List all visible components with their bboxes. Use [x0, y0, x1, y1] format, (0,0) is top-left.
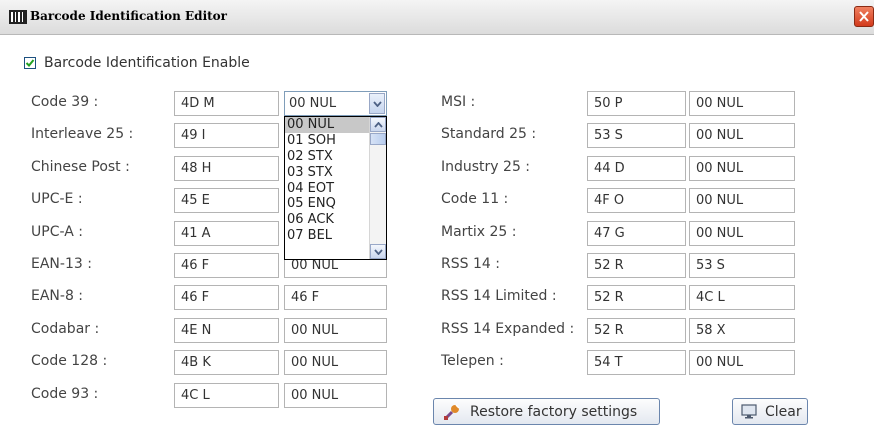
- codabar-value2-field[interactable]: 00 NUL: [284, 317, 387, 343]
- close-button[interactable]: [854, 6, 874, 27]
- msi-value2-field[interactable]: 00 NUL: [689, 91, 795, 116]
- rss-14-expanded-value1-field[interactable]: 52 R: [587, 317, 686, 343]
- industry-25-value1-field[interactable]: 44 D: [587, 155, 686, 181]
- code39-value2-select[interactable]: 00 NUL: [284, 91, 387, 116]
- telepen-value2-field[interactable]: 00 NUL: [689, 350, 795, 376]
- upc-a-label: UPC-A :: [31, 223, 83, 240]
- chevron-up-icon: [374, 122, 383, 128]
- martix-25-value2-field[interactable]: 00 NUL: [689, 220, 795, 246]
- clear-button[interactable]: Clear: [732, 398, 808, 425]
- upc-e-label: UPC-E :: [31, 191, 83, 208]
- codabar-label: Codabar :: [31, 320, 100, 337]
- scroll-down-button[interactable]: [370, 244, 386, 259]
- title-bar: Barcode Identification Editor: [0, 0, 874, 35]
- interleave-25-value1-field[interactable]: 49 I: [174, 123, 279, 149]
- code-93-label: Code 93 :: [31, 385, 99, 402]
- upc-a-value1-field[interactable]: 41 A: [174, 220, 279, 246]
- code-93-value2-field[interactable]: 00 NUL: [284, 382, 387, 408]
- rss-14-limited-value1-field[interactable]: 52 R: [587, 285, 686, 311]
- msi-value1-field[interactable]: 50 P: [587, 91, 686, 116]
- interleave-25-label: Interleave 25 :: [31, 126, 134, 143]
- telepen-value1-field[interactable]: 54 T: [587, 350, 686, 376]
- codabar-value1-field[interactable]: 4E N: [174, 317, 279, 343]
- code-39-value1-field[interactable]: 4D M: [174, 91, 279, 116]
- industry-25-label: Industry 25 :: [441, 158, 531, 175]
- martix-25-value1-field[interactable]: 47 G: [587, 220, 686, 246]
- tools-icon: [443, 403, 460, 420]
- chevron-down-icon: [374, 249, 383, 255]
- code-39-label: Code 39 :: [31, 94, 99, 110]
- restore-button-label: Restore factory settings: [470, 403, 638, 420]
- msi-label: MSI :: [441, 94, 476, 110]
- barcode-icon: [9, 9, 27, 24]
- code-128-label: Code 128 :: [31, 353, 108, 370]
- enable-checkbox[interactable]: [24, 57, 36, 69]
- code-128-value2-field[interactable]: 00 NUL: [284, 350, 387, 376]
- rss-14-expanded-value2-field[interactable]: 58 X: [689, 317, 795, 343]
- industry-25-value2-field[interactable]: 00 NUL: [689, 155, 795, 181]
- rss-14-limited-value2-field[interactable]: 4C L: [689, 285, 795, 311]
- telepen-label: Telepen :: [441, 353, 504, 370]
- dropdown-list: 00 NUL 01 SOH 02 STX 03 STX 04 EOT 05 ENQ 06 A…: [284, 116, 387, 260]
- ean-13-value1-field[interactable]: 46 F: [174, 253, 279, 278]
- rss-14-expanded-label: RSS 14 Expanded :: [441, 320, 575, 337]
- scroll-thumb[interactable]: [370, 133, 386, 145]
- rss-14-label: RSS 14 :: [441, 256, 500, 272]
- barcode-editor-window: Barcode Identification Editor Barcode Id…: [0, 0, 874, 430]
- ean-8-value2-field[interactable]: 46 F: [284, 285, 387, 311]
- window-title: Barcode Identification Editor: [30, 9, 227, 23]
- enable-row: Barcode Identification Enable: [24, 55, 250, 71]
- rss-14-limited-label: RSS 14 Limited :: [441, 288, 557, 305]
- standard-25-value1-field[interactable]: 53 S: [587, 123, 686, 149]
- rss-14-value1-field[interactable]: 52 R: [587, 253, 686, 278]
- code-11-value1-field[interactable]: 4F O: [587, 188, 686, 214]
- restore-factory-settings-button[interactable]: Restore factory settings: [433, 398, 660, 425]
- select-value: 00 NUL: [289, 96, 337, 111]
- upc-e-value1-field[interactable]: 45 E: [174, 188, 279, 214]
- ean-8-value1-field[interactable]: 46 F: [174, 285, 279, 311]
- code-93-value1-field[interactable]: 4C L: [174, 382, 279, 408]
- code-128-value1-field[interactable]: 4B K: [174, 350, 279, 376]
- close-icon: [859, 11, 869, 22]
- chinese-post-value1-field[interactable]: 48 H: [174, 155, 279, 181]
- rss-14-value2-field[interactable]: 53 S: [689, 253, 795, 278]
- chinese-post-label: Chinese Post :: [31, 158, 130, 175]
- code-11-value2-field[interactable]: 00 NUL: [689, 188, 795, 214]
- monitor-icon: [741, 404, 757, 419]
- ean-13-label: EAN-13 :: [31, 256, 92, 272]
- standard-25-label: Standard 25 :: [441, 126, 537, 143]
- martix-25-label: Martix 25 :: [441, 223, 517, 240]
- enable-label: Barcode Identification Enable: [44, 55, 250, 71]
- standard-25-value2-field[interactable]: 00 NUL: [689, 123, 795, 149]
- ean-8-label: EAN-8 :: [31, 288, 84, 305]
- code-11-label: Code 11 :: [441, 191, 509, 208]
- dropdown-toggle[interactable]: [369, 93, 385, 114]
- clear-button-label: Clear: [765, 403, 802, 420]
- chevron-down-icon: [373, 101, 382, 107]
- check-icon: [25, 59, 35, 67]
- scroll-up-button[interactable]: [370, 117, 386, 132]
- dropdown-scrollbar[interactable]: [369, 117, 386, 259]
